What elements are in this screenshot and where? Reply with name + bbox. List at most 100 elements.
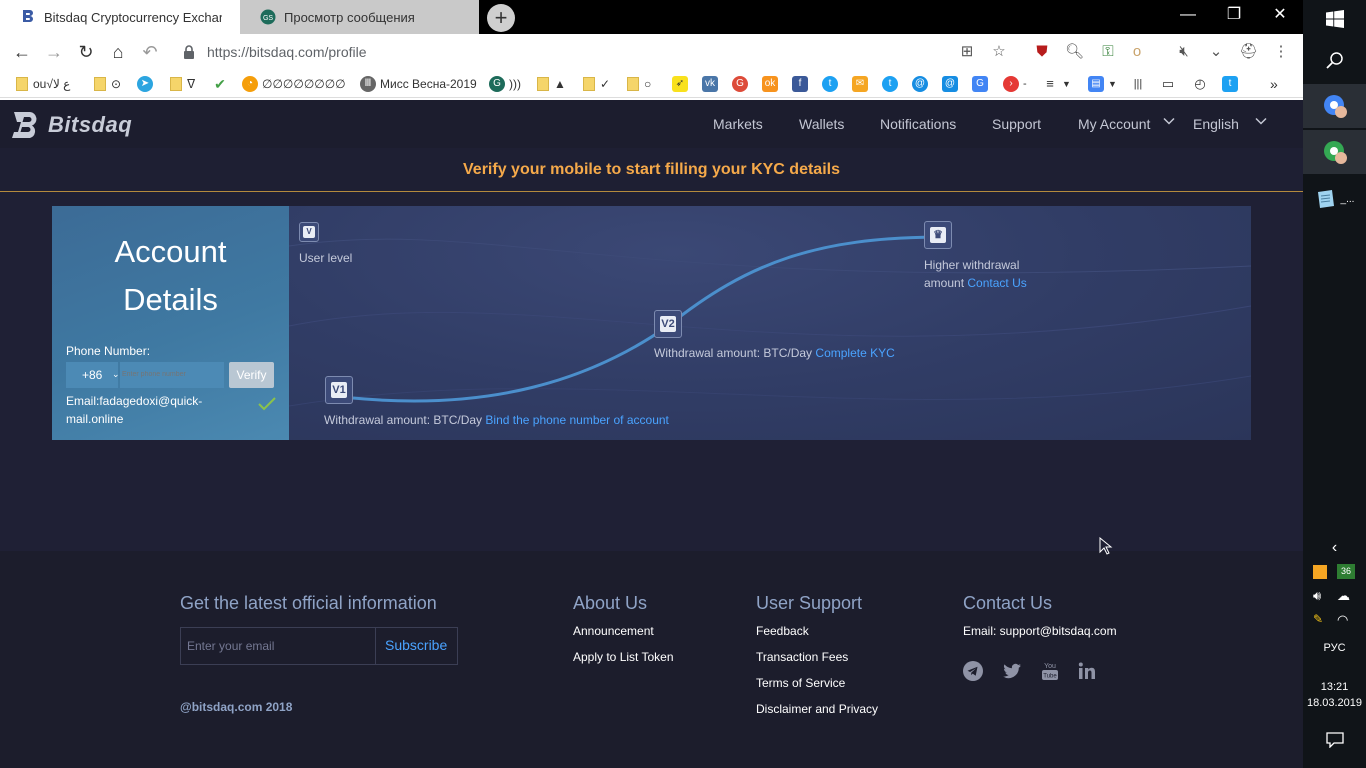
undo-icon[interactable]: ↶ — [137, 40, 163, 66]
translate-icon[interactable]: ⊞ — [958, 43, 976, 61]
more-bookmarks-icon[interactable]: » — [1270, 74, 1278, 94]
bookmark-item[interactable]: vk — [702, 74, 722, 94]
user-level-icon: V — [299, 222, 319, 242]
bookmark-item[interactable]: ➤ — [137, 74, 157, 94]
transaction-fees-link[interactable]: Transaction Fees — [756, 650, 848, 664]
twitter-icon: t — [1222, 76, 1238, 92]
bookmark-item[interactable]: G))) — [489, 74, 521, 94]
bookmark-item[interactable]: f — [792, 74, 812, 94]
bookmark-item[interactable]: t — [1222, 74, 1242, 94]
menu-dots-icon[interactable]: ⋮ — [1272, 43, 1290, 61]
disclaimer-privacy-link[interactable]: Disclaimer and Privacy — [756, 702, 878, 716]
phone-number-input[interactable] — [120, 362, 224, 388]
minimize-button[interactable]: — — [1165, 0, 1211, 30]
bookmark-item[interactable]: @ — [912, 74, 932, 94]
close-button[interactable]: ✕ — [1257, 0, 1303, 30]
bookmark-item[interactable]: G — [732, 74, 752, 94]
nav-wallets[interactable]: Wallets — [799, 116, 844, 132]
bookmark-item[interactable]: ||| — [1130, 74, 1150, 94]
verify-button[interactable]: Verify — [229, 362, 274, 388]
tab-message-view[interactable]: GS Просмотр сообщения — [240, 0, 479, 34]
chevron-left-icon[interactable]: ‹ — [1303, 538, 1366, 558]
bind-phone-link[interactable]: Bind the phone number of account — [485, 413, 668, 427]
bookmark-item[interactable]: t — [822, 74, 842, 94]
nav-my-account[interactable]: My Account — [1078, 116, 1150, 132]
clock-time[interactable]: 13:21 — [1303, 681, 1366, 693]
input-language[interactable]: РУС — [1303, 642, 1366, 654]
bookmark-item[interactable]: › - — [1003, 74, 1027, 94]
bookmark-item[interactable]: ◴ — [1192, 74, 1212, 94]
bookmark-item[interactable]: ᐁ — [170, 74, 195, 94]
chrome-taskbar-icon[interactable] — [1303, 130, 1366, 174]
search-extension-icon[interactable]: 🔍︎ — [1065, 43, 1084, 61]
bitsdaq-logo-icon — [12, 112, 37, 138]
double-chevron-icon[interactable]: ⌄ — [1207, 43, 1225, 61]
search-icon[interactable] — [1303, 40, 1366, 80]
bookmark-item[interactable]: ✔ — [212, 74, 232, 94]
announcement-link[interactable]: Announcement — [573, 624, 654, 638]
nav-language[interactable]: English — [1193, 116, 1239, 132]
chevron-down-icon[interactable] — [1162, 114, 1176, 128]
action-center-icon[interactable] — [1303, 728, 1366, 752]
notepad-taskbar-icon[interactable]: _... — [1303, 178, 1366, 220]
home-icon[interactable]: ⌂ — [105, 40, 131, 66]
bookmark-item[interactable]: ◔ ∅∅∅∅∅∅∅∅ — [242, 74, 346, 94]
newsletter-email-input[interactable]: Enter your email — [187, 639, 274, 653]
contact-us-link[interactable]: Contact Us — [967, 276, 1026, 290]
forward-icon[interactable]: → — [41, 40, 67, 66]
bookmark-item[interactable]: ▲ — [537, 74, 566, 94]
nav-markets[interactable]: Markets — [713, 116, 763, 132]
bookmark-item[interactable]: t — [882, 74, 902, 94]
back-icon[interactable]: ← — [9, 40, 35, 66]
linkedin-icon[interactable] — [1077, 661, 1097, 681]
bookmark-item[interactable]: ▤ ▼ — [1088, 74, 1117, 94]
terms-of-service-link[interactable]: Terms of Service — [756, 676, 845, 690]
bookmark-item[interactable]: Ⅲ Мисс Весна-2019 — [360, 74, 477, 94]
nav-support[interactable]: Support — [992, 116, 1041, 132]
bookmark-item[interactable]: ✓ — [583, 74, 610, 94]
star-icon[interactable]: ☆ — [990, 43, 1008, 61]
restore-button[interactable]: ❐ — [1211, 0, 1257, 30]
subscribe-button[interactable]: Subscribe — [385, 637, 447, 653]
windows-start-icon[interactable] — [1303, 0, 1366, 38]
bookmark-item[interactable]: G — [972, 74, 992, 94]
country-code-select[interactable]: +86 — [66, 362, 118, 388]
vpn-on-icon[interactable]: ⚿ — [1099, 43, 1117, 61]
feedback-link[interactable]: Feedback — [756, 624, 809, 638]
bookmark-item[interactable]: @ — [942, 74, 962, 94]
cloud-upload-icon[interactable]: ☁ — [1337, 588, 1350, 604]
bookmark-item[interactable]: ✉ — [852, 74, 872, 94]
apply-to-list-token-link[interactable]: Apply to List Token — [573, 650, 674, 664]
tray-badge-icon[interactable]: 36 — [1337, 564, 1355, 579]
bookmark-item[interactable]: ou√ع لا — [16, 74, 70, 94]
clock-date[interactable]: 18.03.2019 — [1303, 697, 1366, 709]
tray-app-icon[interactable] — [1313, 565, 1327, 579]
tab-bitsdaq[interactable]: Bitsdaq Cryptocurrency Exchange — [0, 0, 240, 34]
bookmark-item[interactable]: ⊙ — [94, 74, 121, 94]
twitter-icon[interactable] — [1002, 661, 1022, 681]
bookmarks-bar: ou√ع لا ⊙ ➤ ᐁ ✔ ◔ ∅∅∅∅∅∅∅∅ Ⅲ Мисс Весна-20… — [0, 70, 1303, 98]
bitsdaq-logo[interactable]: Bitsdaq — [10, 110, 132, 140]
chrome-taskbar-icon[interactable] — [1303, 84, 1366, 128]
ublock-icon[interactable]: ⛊ — [1033, 43, 1051, 61]
incognito-icon[interactable]: ⛑ — [1239, 43, 1258, 61]
o-extension-icon[interactable]: o — [1128, 43, 1146, 61]
youtube-icon[interactable]: You Tube — [1040, 661, 1060, 681]
reload-icon[interactable]: ↻ — [73, 40, 99, 66]
wifi-icon[interactable]: ◠ — [1337, 612, 1348, 628]
volume-icon[interactable]: 🔊︎ — [1313, 588, 1321, 604]
url-field[interactable]: https://bitsdaq.com/profile — [175, 39, 1015, 65]
bookmark-item[interactable]: ≡ ▼ — [1042, 74, 1071, 94]
complete-kyc-link[interactable]: Complete KYC — [815, 346, 894, 360]
muted-tab-icon[interactable]: 🔇︎ — [1175, 43, 1193, 61]
bookmark-item[interactable]: ➶ — [672, 74, 692, 94]
bookmark-item[interactable]: ▭ — [1160, 74, 1180, 94]
folder-icon — [583, 77, 595, 91]
bookmark-item[interactable]: ok — [762, 74, 782, 94]
bookmark-item[interactable]: ○ — [627, 74, 651, 94]
telegram-icon[interactable] — [963, 661, 983, 681]
nav-notifications[interactable]: Notifications — [880, 116, 956, 132]
new-tab-button[interactable]: + — [487, 4, 515, 32]
chevron-down-icon[interactable] — [1254, 114, 1268, 128]
tray-note-icon[interactable]: ✎ — [1313, 612, 1323, 626]
